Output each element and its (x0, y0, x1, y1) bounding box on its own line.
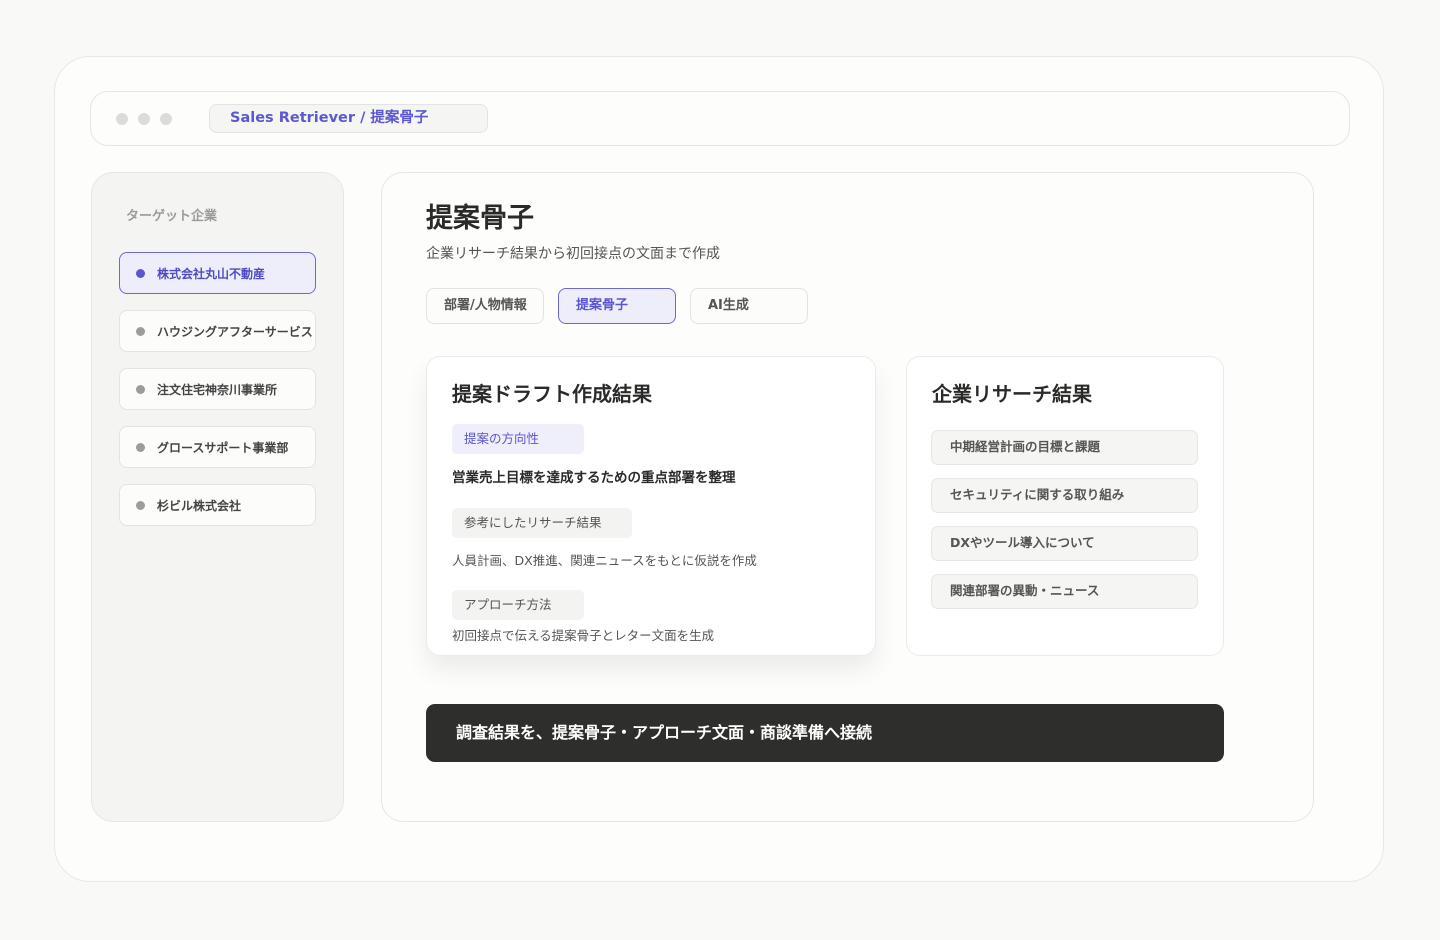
approach-text: 初回接点で伝える提案骨子とレター文面を生成 (452, 628, 715, 643)
bullet-icon (136, 326, 145, 336)
window-dot-maximize[interactable] (160, 113, 172, 125)
reference-text: 人員計画、DX推進、関連ニュースをもとに仮説を作成 (452, 553, 757, 568)
connect-cta-banner[interactable]: 調査結果を、提案骨子・アプローチ文面・商談準備へ接続 (426, 704, 1224, 762)
direction-text: 営業売上目標を達成するための重点部署を整理 (452, 470, 736, 486)
tab-ai-generate[interactable]: AI生成 (690, 288, 808, 324)
sidebar-item-label: 杉ビル株式会社 (157, 498, 242, 513)
sidebar-item-company-2[interactable]: ハウジングアフターサービス (119, 310, 316, 352)
bullet-icon (136, 268, 145, 278)
address-bar[interactable]: Sales Retriever / 提案骨子 (209, 104, 488, 133)
bullet-icon (136, 442, 145, 452)
research-card-title: 企業リサーチ結果 (932, 382, 1092, 406)
reference-chip: 参考にしたリサーチ結果 (452, 508, 632, 538)
sidebar-title: ターゲット企業 (126, 209, 218, 224)
tab-department-person[interactable]: 部署/人物情報 (426, 288, 544, 324)
draft-card-title: 提案ドラフト作成結果 (452, 382, 652, 406)
window-dot-close[interactable] (116, 113, 128, 125)
approach-chip: アプローチ方法 (452, 590, 584, 620)
bullet-icon (136, 384, 145, 394)
sidebar-item-label: ハウジングアフターサービス (157, 324, 313, 339)
page-subtitle: 企業リサーチ結果から初回接点の文面まで作成 (426, 246, 720, 262)
research-item-midterm-plan[interactable]: 中期経営計画の目標と課題 (931, 430, 1198, 465)
tab-proposal-outline[interactable]: 提案骨子 (558, 288, 676, 324)
sidebar-item-company-3[interactable]: 注文住宅神奈川事業所 (119, 368, 316, 410)
window-dot-minimize[interactable] (138, 113, 150, 125)
sidebar-item-label: グロースサポート事業部 (157, 440, 289, 455)
research-item-security[interactable]: セキュリティに関する取り組み (931, 478, 1198, 513)
bullet-icon (136, 500, 145, 510)
research-item-dx-tools[interactable]: DXやツール導入について (931, 526, 1198, 561)
sidebar-item-label: 株式会社丸山不動産 (157, 266, 266, 281)
research-item-department-news[interactable]: 関連部署の異動・ニュース (931, 574, 1198, 609)
sidebar-item-company-4[interactable]: グロースサポート事業部 (119, 426, 316, 468)
sidebar-item-company-1[interactable]: 株式会社丸山不動産 (119, 252, 316, 294)
page-title: 提案骨子 (426, 203, 534, 234)
sidebar-item-company-5[interactable]: 杉ビル株式会社 (119, 484, 316, 526)
direction-chip: 提案の方向性 (452, 424, 584, 454)
sidebar-item-label: 注文住宅神奈川事業所 (157, 382, 278, 397)
